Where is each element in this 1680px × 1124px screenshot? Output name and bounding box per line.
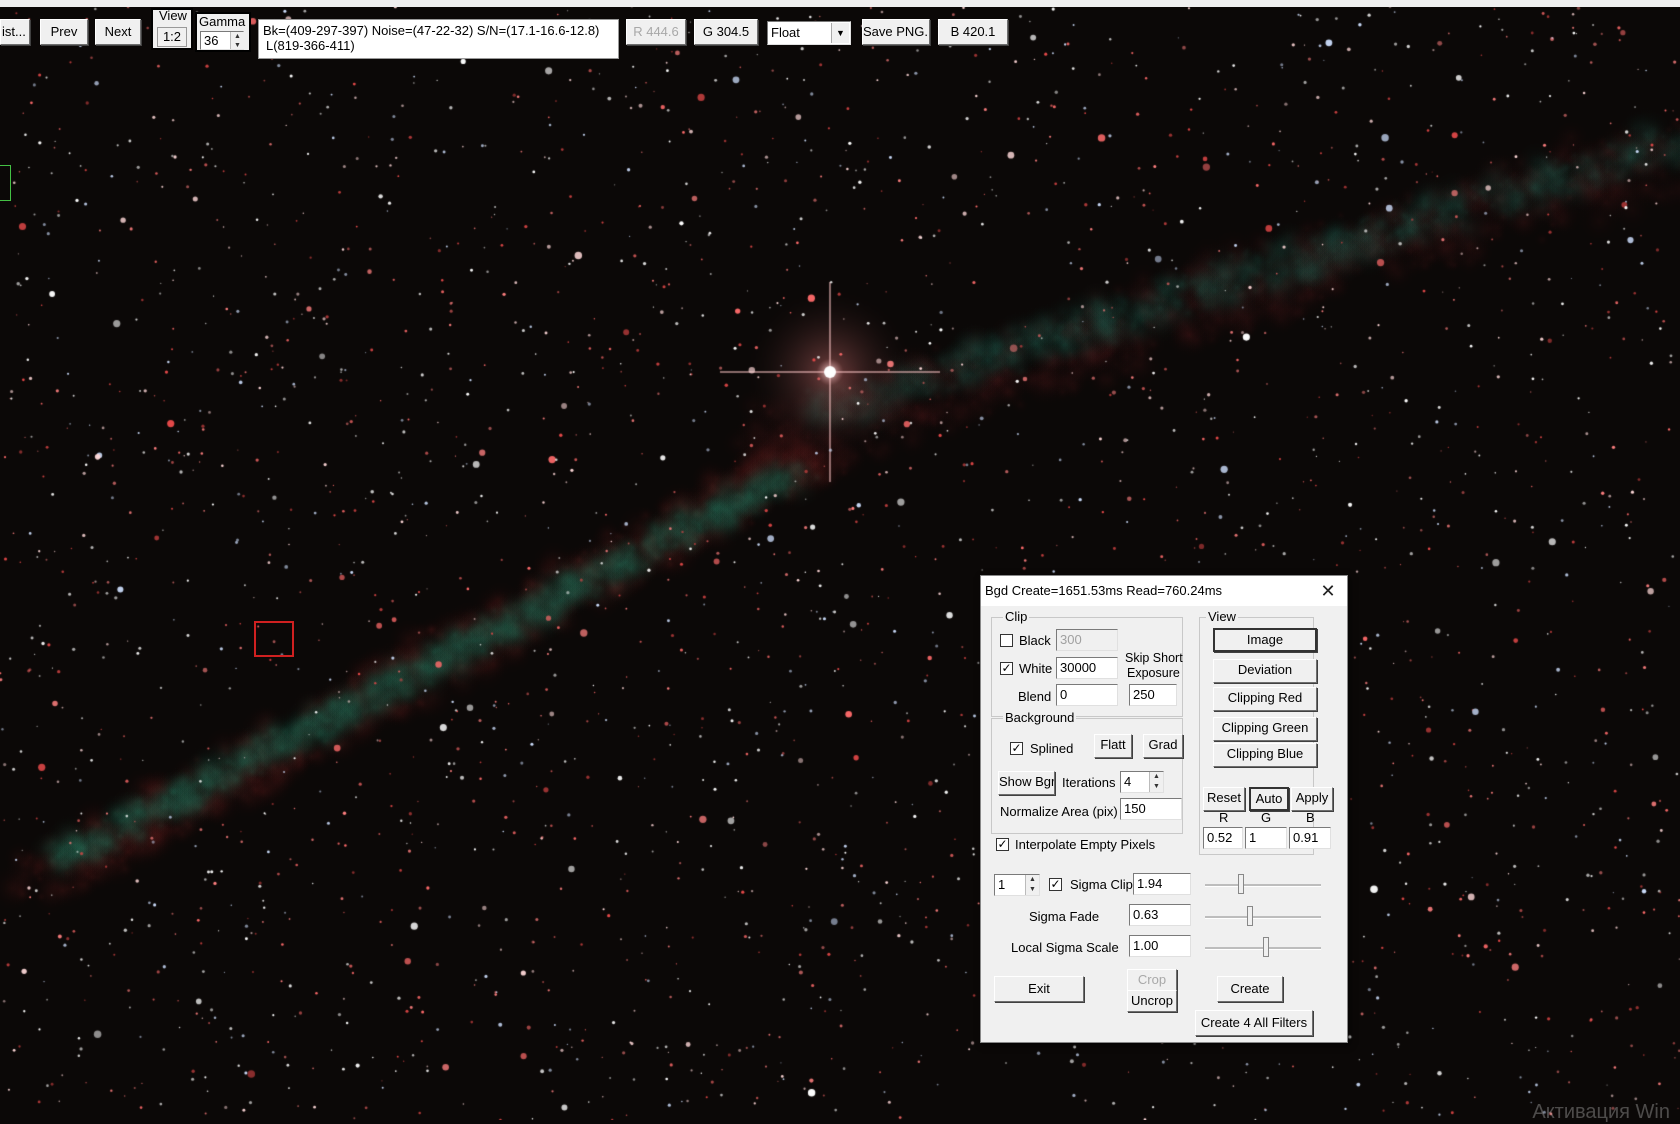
format-select-value: Float [771, 25, 800, 40]
apply-button[interactable]: Apply [1291, 787, 1333, 811]
white-field[interactable]: 30000 [1056, 657, 1118, 679]
stats-line-1: Bk=(409-297-397) Noise=(47-22-32) S/N=(1… [263, 23, 600, 38]
exit-button[interactable]: Exit [994, 976, 1084, 1002]
deviation-button[interactable]: Deviation [1213, 659, 1317, 683]
counter-spinner[interactable]: ▲ ▼ [1025, 875, 1039, 895]
bgd-create-dialog: Bgd Create=1651.53ms Read=760.24ms ✕ Cli… [980, 575, 1348, 1043]
uncrop-button[interactable]: Uncrop [1127, 990, 1177, 1012]
close-icon[interactable]: ✕ [1317, 580, 1339, 602]
format-select[interactable]: Float ▼ [767, 21, 851, 45]
prev-button[interactable]: Prev [40, 19, 88, 45]
gamma-label: Gamma [199, 14, 246, 29]
view-label: View [159, 8, 187, 23]
r-factor-field[interactable]: 0.52 [1203, 827, 1243, 849]
show-bgr-button[interactable]: Show Bgr [998, 771, 1055, 795]
clipping-green-button[interactable]: Clipping Green [1213, 717, 1317, 741]
sigma-clip-field[interactable]: 1.94 [1133, 873, 1191, 895]
b-value-button[interactable]: B 420.1 [938, 19, 1008, 45]
star-marker-red[interactable] [254, 621, 294, 657]
sigma-clip-label: Sigma Clip [1070, 877, 1133, 892]
clipping-blue-button[interactable]: Clipping Blue [1213, 743, 1317, 767]
view-scale-field[interactable]: 1:2 [157, 27, 187, 47]
local-sigma-label: Local Sigma Scale [1011, 940, 1119, 955]
normalize-area-field[interactable]: 150 [1120, 798, 1182, 820]
view-group-label: View [1206, 609, 1238, 624]
splined-label: Splined [1030, 741, 1074, 756]
clipping-red-button[interactable]: Clipping Red [1213, 687, 1317, 711]
normalize-area-label: Normalize Area (pix) [1000, 804, 1118, 819]
skip-short-label: Skip Short [1125, 651, 1183, 665]
black-label: Black [1019, 633, 1051, 648]
sigma-fade-slider-track[interactable] [1205, 916, 1321, 919]
white-label: White [1019, 661, 1053, 676]
sigma-fade-label: Sigma Fade [1029, 909, 1100, 924]
b-header: B [1306, 810, 1315, 825]
reset-button[interactable]: Reset [1203, 787, 1245, 811]
r-header: R [1219, 810, 1229, 825]
local-sigma-slider-thumb[interactable] [1263, 937, 1269, 957]
dialog-title-bar: Bgd Create=1651.53ms Read=760.24ms [981, 576, 1347, 606]
watermark-text: Активация Win [1532, 1101, 1670, 1123]
save-png-button[interactable]: Save PNG.. [862, 19, 930, 45]
skip-short-label-2: Exposure [1127, 666, 1180, 680]
auto-button[interactable]: Auto [1249, 787, 1289, 811]
selection-marker-green[interactable] [0, 165, 11, 201]
black-field[interactable]: 300 [1056, 629, 1118, 651]
gamma-spinner[interactable]: ▲ ▼ [230, 32, 244, 49]
r-value-button[interactable]: R 444.6 [626, 19, 686, 45]
next-button[interactable]: Next [95, 19, 141, 45]
dialog-title: Bgd Create=1651.53ms Read=760.24ms [985, 583, 1223, 598]
stats-readout: Bk=(409-297-397) Noise=(47-22-32) S/N=(1… [258, 19, 619, 59]
b-factor-field[interactable]: 0.91 [1289, 827, 1331, 849]
g-value-button[interactable]: G 304.5 [694, 19, 758, 45]
sigma-clip-slider-track[interactable] [1205, 884, 1321, 887]
black-checkbox[interactable] [1000, 634, 1013, 647]
stats-line-2: L(819-366-411) [266, 38, 355, 53]
background-group-label: Background [1003, 710, 1077, 725]
local-sigma-field[interactable]: 1.00 [1129, 935, 1191, 957]
g-factor-field[interactable]: 1 [1245, 827, 1287, 849]
blend-field[interactable]: 0 [1056, 684, 1118, 706]
image-view-button[interactable]: Image [1213, 628, 1317, 652]
clip-group-label: Clip [1003, 609, 1030, 624]
chevron-down-icon[interactable]: ▼ [831, 23, 849, 43]
sigma-clip-slider-thumb[interactable] [1238, 874, 1244, 894]
flatt-button[interactable]: Flatt [1094, 734, 1132, 758]
iterations-label: Iterations [1062, 775, 1116, 790]
create-4-all-filters-button[interactable]: Create 4 All Filters [1195, 1010, 1313, 1036]
list-button[interactable]: ist... [0, 19, 30, 45]
white-checkbox[interactable]: ✓ [1000, 662, 1013, 675]
sigma-fade-slider-thumb[interactable] [1247, 906, 1253, 926]
astro-image-canvas[interactable] [0, 0, 1680, 1120]
gamma-box: Gamma 36 ▲ ▼ [195, 12, 251, 52]
interpolate-checkbox[interactable]: ✓ [996, 838, 1009, 851]
top-strip [0, 0, 1680, 7]
interpolate-label: Interpolate Empty Pixels [1015, 837, 1156, 852]
iterations-spinner[interactable]: ▲ ▼ [1149, 772, 1163, 792]
g-header: G [1261, 810, 1272, 825]
sigma-clip-checkbox[interactable]: ✓ [1049, 878, 1062, 891]
splined-checkbox[interactable]: ✓ [1010, 742, 1023, 755]
view-scale-box: View 1:2 [151, 8, 193, 50]
sigma-fade-field[interactable]: 0.63 [1129, 904, 1191, 926]
skip-short-field[interactable]: 250 [1129, 684, 1177, 706]
blend-label: Blend [1018, 689, 1052, 704]
crop-button[interactable]: Crop [1127, 969, 1177, 991]
create-button[interactable]: Create [1217, 976, 1283, 1002]
grad-button[interactable]: Grad [1143, 734, 1183, 758]
